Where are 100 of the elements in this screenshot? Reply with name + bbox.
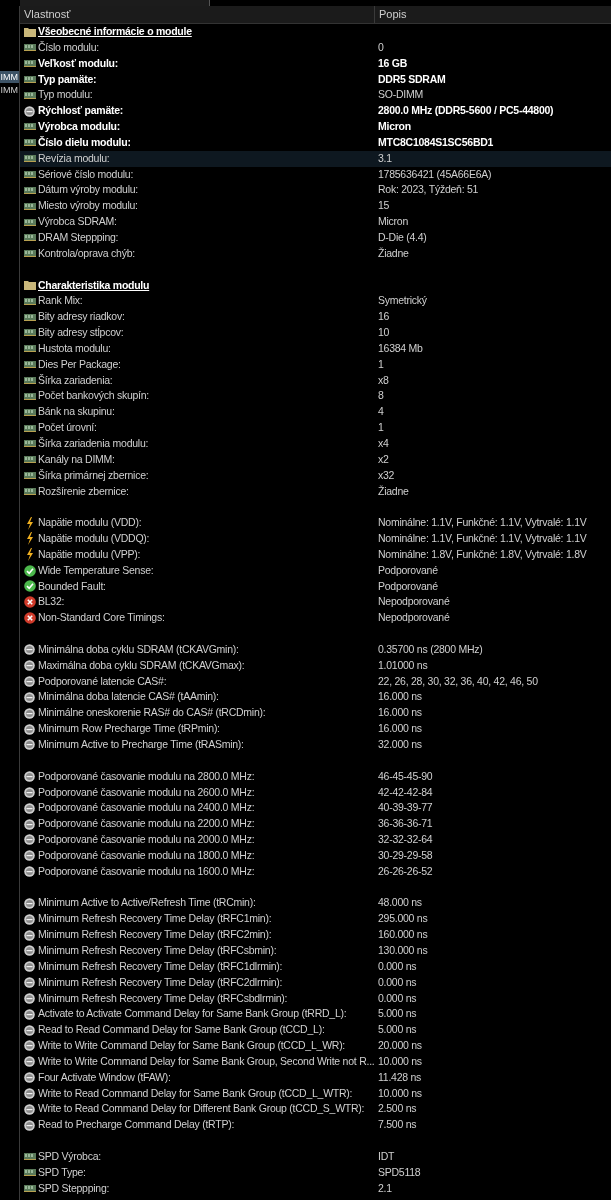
- table-row[interactable]: Bity adresy stĺpcov: 10: [20, 325, 611, 341]
- table-row[interactable]: Minimum Refresh Recovery Time Delay (tRFCsbmin): 130.000 ns: [20, 942, 611, 959]
- table-row[interactable]: Podporované časovanie modulu na 2400.0 MHz: 40-39-39-77: [20, 800, 611, 817]
- table-row[interactable]: Bity adresy riadkov: 16: [20, 309, 611, 326]
- table-row[interactable]: Podporované časovanie modulu na 2600.0 MHz: 42-42-42-84: [20, 784, 611, 801]
- table-row[interactable]: Dátum výroby modulu: Rok: 2023, Týždeň: 51: [20, 182, 611, 199]
- table-row[interactable]: Maximálna doba cyklu SDRAM (tCKAVGmax): 1.01000 ns: [20, 657, 611, 674]
- property-value: 46-45-45-90: [378, 769, 433, 782]
- module-icon: [23, 456, 36, 464]
- table-row[interactable]: Minimum Active to Active/Refresh Time (tRCmin): 48.000 ns: [20, 895, 611, 912]
- table-row[interactable]: Podporované latencie CAS#: 22, 26, 28, 30, 32, 36, 40, 42, 46, 50: [20, 673, 611, 690]
- table-row[interactable]: Minimum Refresh Recovery Time Delay (tRFCsbdlrmin): 0.000 ns: [20, 990, 611, 1007]
- property-value: 40-39-39-77: [378, 801, 433, 814]
- table-row[interactable]: Write to Read Command Delay for Same Bank Group (tCCD_L_WTR): 10.000 ns: [20, 1085, 611, 1102]
- table-row[interactable]: Wide Temperature Sense: Podporované: [20, 562, 611, 579]
- table-row[interactable]: Počet úrovní: 1: [20, 420, 611, 436]
- sidebar-item[interactable]: IMM: [0, 84, 19, 96]
- table-row[interactable]: Sériové číslo modulu: 1785636421 (45A66E6A): [20, 166, 611, 183]
- table-row[interactable]: Kontrola/oprava chýb: Žiadne: [20, 245, 611, 262]
- table-row[interactable]: Write to Write Command Delay for Same Bank Group (tCCD_L_WR): 20.000 ns: [20, 1038, 611, 1054]
- table-row[interactable]: Napätie modulu (VDD): Nominálne: 1.1V, Funkčné: 1.1V, Vytrvalé: 1.1V: [20, 515, 611, 531]
- property-value: Symetrický: [378, 294, 427, 307]
- table-row[interactable]: Minimum Active to Precharge Time (tRASmin): 32.000 ns: [20, 736, 611, 753]
- table-row[interactable]: Rank Mix: Symetrický: [20, 293, 611, 310]
- property-label: Rank Mix:: [38, 293, 83, 309]
- table-row[interactable]: Minimum Refresh Recovery Time Delay (tRFC2dlrmin): 0.000 ns: [20, 974, 611, 991]
- table-row[interactable]: Hustota modulu: 16384 Mb: [20, 340, 611, 357]
- sidebar-item[interactable]: IMM: [0, 71, 19, 83]
- table-row[interactable]: Podporované časovanie modulu na 2000.0 MHz: 32-32-32-64: [20, 832, 611, 848]
- module-icon: [23, 171, 36, 178]
- table-row[interactable]: Minimálne oneskorenie RAS# do CAS# (tRCDmin): 16.000 ns: [20, 705, 611, 722]
- table-row[interactable]: Minimum Refresh Recovery Time Delay (tRFC2min): 160.000 ns: [20, 927, 611, 943]
- property-value: MTC8C1084S1SC56BD1: [378, 135, 494, 148]
- property-value: 16.000 ns: [378, 690, 422, 703]
- table-row[interactable]: Výrobca modulu: Micron: [20, 119, 611, 135]
- table-row[interactable]: Write to Read Command Delay for Different Bank Group (tCCD_S_WTR): 2.500 ns: [20, 1101, 611, 1118]
- table-row[interactable]: Read to Precharge Command Delay (tRTP): 7.500 ns: [20, 1117, 611, 1134]
- table-row[interactable]: Veľkosť modulu: 16 GB: [20, 55, 611, 72]
- table-row[interactable]: BL32: Nepodporované: [20, 594, 611, 611]
- table-row[interactable]: Miesto výroby modulu: 15: [20, 198, 611, 215]
- table-row[interactable]: Minimum Row Precharge Time (tRPmin): 16.000 ns: [20, 721, 611, 737]
- module-icon: [23, 234, 36, 242]
- table-row[interactable]: Napätie modulu (VPP): Nominálne: 1.8V, Funkčné: 1.8V, Vytrvalé: 1.8V: [20, 546, 611, 563]
- table-row[interactable]: Číslo modulu: 0: [20, 39, 611, 56]
- table-row[interactable]: Podporované časovanie modulu na 2200.0 MHz: 36-36-36-71: [20, 816, 611, 833]
- table-row[interactable]: Bounded Fault: Podporované: [20, 578, 611, 595]
- module-icon: [23, 1169, 36, 1177]
- table-row[interactable]: SPD Steppping: 2.1: [20, 1180, 611, 1197]
- property-value: 16384 Mb: [378, 341, 423, 354]
- table-row[interactable]: Write to Write Command Delay for Same Bank Group, Second Write not R... 10.000 ns: [20, 1053, 611, 1070]
- module-icon: [23, 60, 36, 68]
- table-row[interactable]: Číslo dielu modulu: MTC8C1084S1SC56BD1: [20, 134, 611, 151]
- property-label: Write to Read Command Delay for Different Bank Group (tCCD_S_WTR):: [38, 1101, 365, 1117]
- table-row[interactable]: Šírka zariadenia modulu: x4: [20, 435, 611, 452]
- property-value: 1785636421 (45A66E6A): [378, 167, 492, 180]
- property-label: Podporované časovanie modulu na 1600.0 MHz:: [38, 863, 255, 879]
- column-header[interactable]: Popis: [375, 6, 611, 23]
- table-row[interactable]: Podporované časovanie modulu na 2800.0 MHz: 46-45-45-90: [20, 768, 611, 785]
- property-label: Napätie modulu (VDDQ):: [38, 531, 150, 547]
- property-value: Žiadne: [378, 246, 409, 259]
- table-row[interactable]: Podporované časovanie modulu na 1800.0 MHz: 30-29-29-58: [20, 847, 611, 864]
- table-row[interactable]: Typ pamäte: DDR5 SDRAM: [20, 71, 611, 88]
- module-icon: [23, 75, 36, 83]
- check-icon: [23, 564, 36, 577]
- table-row[interactable]: Rozšírenie zbernice: Žiadne: [20, 483, 611, 500]
- table-row[interactable]: Napätie modulu (VDDQ): Nominálne: 1.1V, Funkčné: 1.1V, Vytrvalé: 1.1V: [20, 531, 611, 547]
- table-row[interactable]: Minimum Refresh Recovery Time Delay (tRFC1dlrmin): 0.000 ns: [20, 958, 611, 975]
- table-row[interactable]: Minimum Refresh Recovery Time Delay (tRFC1min): 295.000 ns: [20, 911, 611, 928]
- table-row[interactable]: Read to Read Command Delay for Same Bank Group (tCCD_L): 5.000 ns: [20, 1022, 611, 1038]
- property-label: Four Activate Window (tFAW):: [38, 1069, 171, 1085]
- section-title: Všeobecné informácie o module: [38, 24, 192, 40]
- table-row[interactable]: Activate to Activate Command Delay for Same Bank Group (tRRD_L): 5.000 ns: [20, 1006, 611, 1023]
- table-row[interactable]: Dies Per Package: 1: [20, 356, 611, 373]
- table-row[interactable]: Počet bankových skupín: 8: [20, 388, 611, 405]
- lightning-icon: [25, 516, 34, 530]
- property-label: Podporované časovanie modulu na 2000.0 MHz:: [38, 832, 255, 848]
- table-row[interactable]: Four Activate Window (tFAW): 11.428 ns: [20, 1069, 611, 1086]
- column-header[interactable]: Vlastnosť: [20, 6, 375, 23]
- property-value: 0.000 ns: [378, 991, 417, 1004]
- property-value: 4: [378, 405, 384, 418]
- table-row[interactable]: Bánk na skupinu: 4: [20, 404, 611, 421]
- table-row[interactable]: Výrobca SDRAM: Micron: [20, 214, 611, 230]
- table-row[interactable]: Minimálna doba cyklu SDRAM (tCKAVGmin): 0.35700 ns (2800 MHz): [20, 641, 611, 658]
- table-row[interactable]: Rýchlosť pamäte: 2800.0 MHz (DDR5-5600 / PC5-44800): [20, 103, 611, 120]
- table-row[interactable]: DRAM Steppping: D-Die (4.4): [20, 229, 611, 246]
- table-row[interactable]: Šírka primárnej zbernice: x32: [20, 467, 611, 484]
- table-row[interactable]: SPD Výrobca: IDT: [20, 1148, 611, 1165]
- property-label: Typ modulu:: [38, 87, 93, 103]
- table-row[interactable]: Typ modulu: SO-DIMM: [20, 87, 611, 104]
- table-row[interactable]: SPD Type: SPD5118: [20, 1164, 611, 1181]
- property-value: 20.000 ns: [378, 1039, 422, 1052]
- table-row[interactable]: Revízia modulu: 3.1: [20, 150, 611, 167]
- property-label: Podporované časovanie modulu na 2200.0 MHz:: [38, 816, 255, 832]
- table-row[interactable]: Kanály na DIMM: x2: [20, 451, 611, 468]
- table-row[interactable]: Non-Standard Core Timings: Nepodporované: [20, 610, 611, 627]
- property-label: Počet bankových skupín:: [38, 388, 149, 404]
- table-row[interactable]: Šírka zariadenia: x8: [20, 372, 611, 389]
- table-row[interactable]: Podporované časovanie modulu na 1600.0 MHz: 26-26-26-52: [20, 863, 611, 880]
- table-row[interactable]: Minimálna doba latencie CAS# (tAAmin): 16.000 ns: [20, 689, 611, 706]
- property-label: Napätie modulu (VPP):: [38, 546, 141, 562]
